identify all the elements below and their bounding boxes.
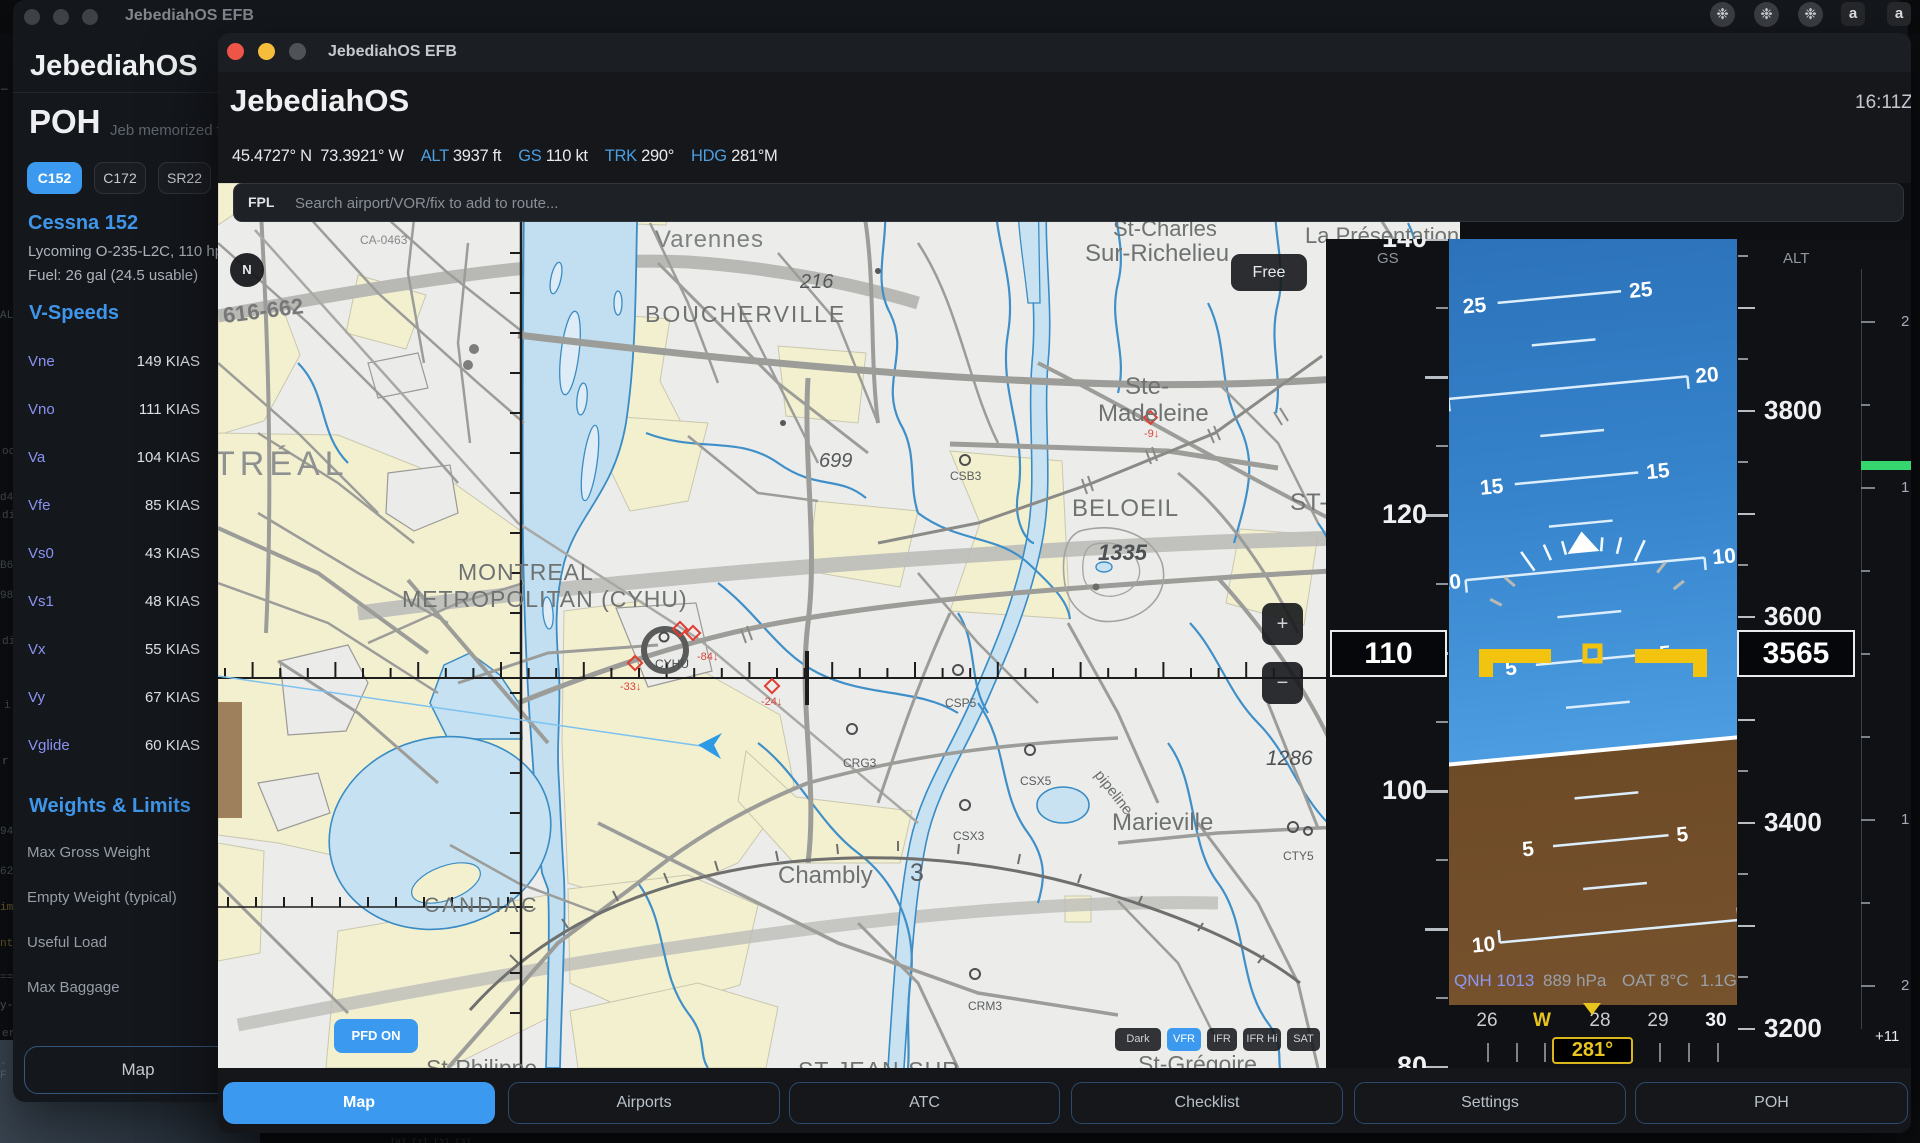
svg-text:CANDIAC: CANDIAC — [424, 894, 540, 917]
svg-text:CSX3: CSX3 — [953, 829, 985, 843]
svg-text:CSX5: CSX5 — [1020, 774, 1052, 788]
svg-text:CRG3: CRG3 — [843, 756, 877, 770]
svg-text:BELOEIL: BELOEIL — [1072, 495, 1179, 522]
svg-text:QNH 1013: QNH 1013 — [1454, 971, 1534, 990]
svg-text:MONTREAL: MONTREAL — [458, 559, 594, 585]
svg-text:-33↓: -33↓ — [620, 681, 641, 693]
svg-text:OAT 8°C: OAT 8°C — [1622, 971, 1689, 990]
svg-text:METROPOLITAN (CYHU): METROPOLITAN (CYHU) — [402, 586, 688, 612]
svg-text:3: 3 — [910, 859, 924, 887]
svg-text:1335: 1335 — [1098, 540, 1148, 565]
svg-text:699: 699 — [819, 450, 852, 472]
svg-text:1.1G: 1.1G — [1700, 971, 1737, 990]
svg-text:Madeleine: Madeleine — [1098, 400, 1209, 427]
svg-text:Ste-: Ste- — [1125, 373, 1169, 400]
svg-text:15: 15 — [1645, 459, 1671, 484]
svg-text:-24↓: -24↓ — [761, 696, 782, 708]
svg-text:-9↓: -9↓ — [1144, 428, 1159, 440]
svg-text:25: 25 — [1628, 278, 1654, 303]
svg-text:25: 25 — [1462, 294, 1488, 319]
svg-text:10: 10 — [1449, 570, 1462, 595]
svg-text:216: 216 — [799, 271, 834, 293]
svg-text:10: 10 — [1471, 933, 1496, 958]
svg-text:St-Grégoire: St-Grégoire — [1138, 1051, 1257, 1068]
svg-text:CSB3: CSB3 — [950, 469, 982, 483]
svg-text:1286: 1286 — [1266, 747, 1313, 770]
svg-text:ST-JEAN-SUR: ST-JEAN-SUR — [798, 1057, 960, 1068]
svg-text:Sur-Richelieu: Sur-Richelieu — [1085, 240, 1229, 267]
svg-text:889 hPa: 889 hPa — [1543, 971, 1607, 990]
svg-text:CTY5: CTY5 — [1283, 849, 1314, 863]
svg-text:BOUCHERVILLE: BOUCHERVILLE — [645, 301, 846, 327]
svg-text:-84↓: -84↓ — [697, 651, 718, 663]
svg-text:CRM3: CRM3 — [968, 999, 1002, 1013]
svg-text:CYHU: CYHU — [655, 657, 689, 671]
svg-text:St-Philippe-: St-Philippe- — [426, 1055, 545, 1068]
svg-text:Varennes: Varennes — [655, 226, 764, 253]
svg-text:15: 15 — [1479, 475, 1505, 500]
svg-text:CA-0463: CA-0463 — [360, 233, 408, 247]
svg-text:Chambly: Chambly — [778, 862, 873, 889]
svg-text:CSP5: CSP5 — [945, 696, 977, 710]
svg-text:TRÉAL: TRÉAL — [218, 445, 349, 483]
svg-text:10: 10 — [1711, 544, 1736, 569]
svg-text:20: 20 — [1694, 363, 1719, 388]
svg-text:ST-: ST- — [1290, 489, 1327, 516]
